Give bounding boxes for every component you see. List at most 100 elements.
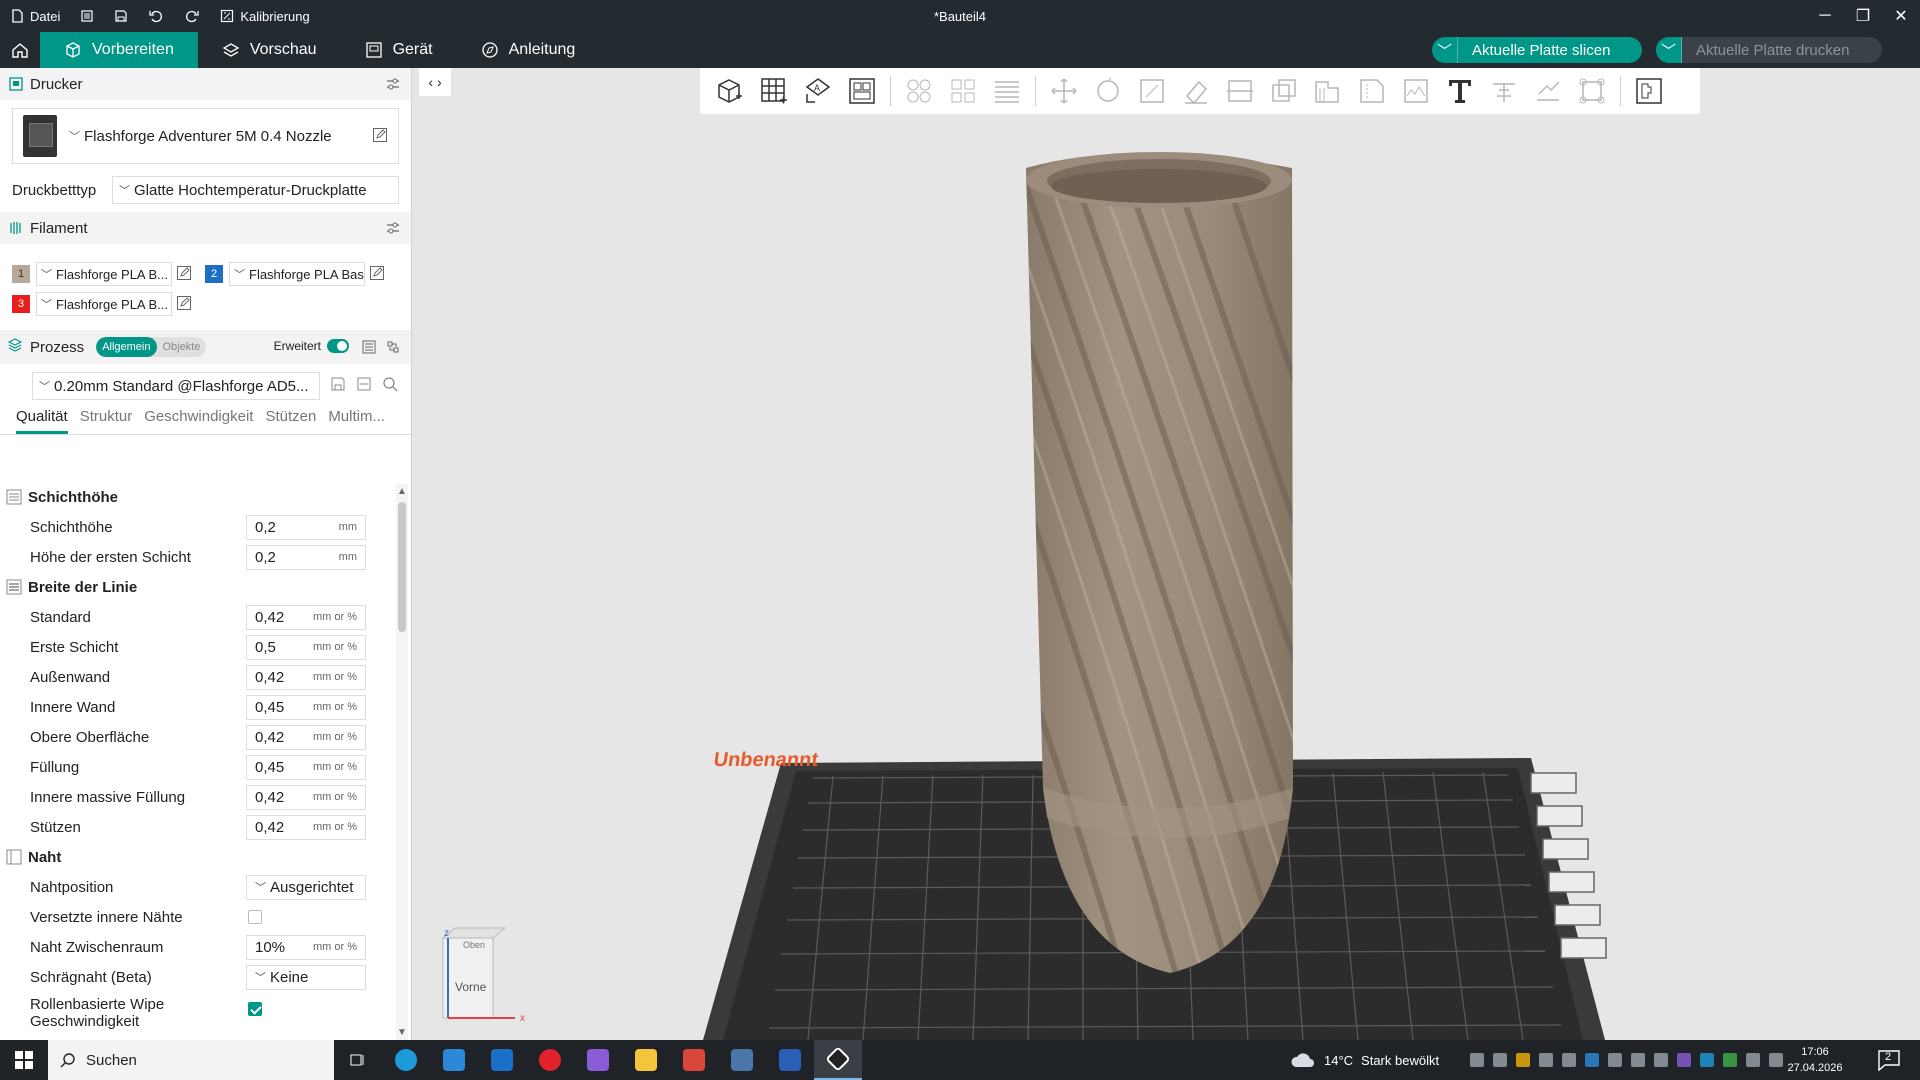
- redo-button[interactable]: [174, 0, 210, 32]
- tab-prepare[interactable]: Vorbereiten: [40, 32, 198, 68]
- scale-tool[interactable]: [1130, 71, 1174, 111]
- weather-widget[interactable]: 14°C Stark bewölkt: [1290, 1040, 1439, 1080]
- seam-paint-tool[interactable]: [1350, 71, 1394, 111]
- brim-ears-tool[interactable]: [1570, 71, 1614, 111]
- move-tool[interactable]: [1042, 71, 1086, 111]
- delete-plate-icon[interactable]: [1530, 772, 1577, 794]
- measure-tool[interactable]: [1482, 71, 1526, 111]
- split-objects-button[interactable]: [897, 71, 941, 111]
- calculator-app[interactable]: [718, 1040, 766, 1080]
- notification-button[interactable]: 2: [1876, 1048, 1902, 1072]
- support-paint-tool[interactable]: [1306, 71, 1350, 111]
- rotate-tool[interactable]: [1086, 71, 1130, 111]
- bed-type-select[interactable]: ﹀ Glatte Hochtemperatur-Druckplatte: [112, 176, 399, 204]
- undo-button[interactable]: [138, 0, 174, 32]
- chevron-down-icon[interactable]: ﹀: [1432, 37, 1458, 63]
- place-on-face-tool[interactable]: [1174, 71, 1218, 111]
- scroll-up-icon[interactable]: ▲: [396, 486, 408, 497]
- orient-plate-icon[interactable]: [1536, 805, 1583, 827]
- plugin-button[interactable]: [1627, 71, 1671, 111]
- default-width-input[interactable]: 0,42 mm or %: [246, 604, 366, 630]
- split-parts-button[interactable]: [941, 71, 985, 111]
- printer-selector[interactable]: ﹀ Flashforge Adventurer 5M 0.4 Nozzle: [12, 108, 399, 164]
- top-surface-width-input[interactable]: 0,42 mm or %: [246, 724, 366, 750]
- scrollbar-thumb[interactable]: [398, 502, 406, 632]
- filament-select[interactable]: ﹀ Flashforge PLA B...: [36, 262, 172, 286]
- arrange-plate-icon[interactable]: [1542, 838, 1589, 860]
- process-scope-toggle[interactable]: Allgemein Objekte: [96, 337, 207, 357]
- list-view-icon[interactable]: [361, 339, 377, 359]
- collapse-sidebar-button[interactable]: ‹ ›: [419, 68, 451, 96]
- tray-icon[interactable]: [1723, 1053, 1737, 1067]
- edit-filament-icon[interactable]: [369, 265, 385, 284]
- compare-icon[interactable]: [385, 339, 401, 359]
- close-button[interactable]: ✕: [1882, 0, 1920, 32]
- store-app[interactable]: [430, 1040, 478, 1080]
- seam-position-select[interactable]: ﹀ Ausgerichtet: [246, 874, 366, 900]
- tray-icon[interactable]: [1677, 1053, 1691, 1067]
- menu-button[interactable]: [70, 0, 104, 32]
- tray-icon[interactable]: [1608, 1053, 1622, 1067]
- slicer-app[interactable]: [814, 1040, 862, 1080]
- save-button[interactable]: [104, 0, 138, 32]
- cut-tool[interactable]: [1218, 71, 1262, 111]
- scarf-seam-select[interactable]: ﹀ Keine: [246, 964, 366, 990]
- text-tool[interactable]: [1438, 71, 1482, 111]
- paint-app[interactable]: [670, 1040, 718, 1080]
- tab-device[interactable]: Gerät: [341, 32, 457, 68]
- chevron-down-icon[interactable]: ﹀: [1656, 37, 1682, 63]
- clock[interactable]: 17:06 27.04.2026: [1780, 1044, 1850, 1076]
- view-cube[interactable]: Oben Vorne x z: [441, 927, 525, 1024]
- start-button[interactable]: [0, 1040, 48, 1080]
- tray-icon[interactable]: [1631, 1053, 1645, 1067]
- edit-filament-icon[interactable]: [176, 265, 192, 284]
- scene-canvas[interactable]: Unbenannt Oben Vorne x z: [413, 68, 1920, 1040]
- add-object-button[interactable]: [708, 71, 752, 111]
- edit-printer-icon[interactable]: [372, 127, 388, 147]
- filament-settings-icon[interactable]: [385, 220, 401, 240]
- taskbar-search[interactable]: Suchen: [48, 1040, 334, 1080]
- roller-wipe-checkbox[interactable]: [248, 1002, 262, 1016]
- tray-icon[interactable]: [1562, 1053, 1576, 1067]
- m365-app[interactable]: [574, 1040, 622, 1080]
- first-layer-height-input[interactable]: 0,2 mm: [246, 544, 366, 570]
- outlook-app[interactable]: [478, 1040, 526, 1080]
- first-layer-width-input[interactable]: 0,5 mm or %: [246, 634, 366, 660]
- scope-global-option[interactable]: Allgemein: [96, 337, 157, 357]
- lock-plate-icon[interactable]: [1548, 871, 1595, 893]
- tab-guide[interactable]: Anleitung: [457, 32, 600, 68]
- advanced-toggle[interactable]: Erweitert: [274, 339, 349, 353]
- solid-infill-width-input[interactable]: 0,42 mm or %: [246, 784, 366, 810]
- 3d-viewport[interactable]: Unbenannt Oben Vorne x z ‹ › A: [413, 68, 1920, 1040]
- boolean-tool[interactable]: [1262, 71, 1306, 111]
- filament-select[interactable]: ﹀ Flashforge PLA Basic: [229, 262, 365, 286]
- search-icon[interactable]: [382, 376, 398, 396]
- filament-slot-2[interactable]: 2 ﹀ Flashforge PLA Basic: [205, 262, 385, 286]
- arrange-button[interactable]: [840, 71, 884, 111]
- filament-select[interactable]: ﹀ Flashforge PLA B...: [36, 292, 172, 316]
- printer-settings-icon[interactable]: [385, 76, 401, 96]
- file-menu[interactable]: Datei: [0, 0, 70, 32]
- word-app[interactable]: [766, 1040, 814, 1080]
- settings-scrollbar[interactable]: ▲ ▼: [396, 484, 408, 1040]
- process-preset-select[interactable]: ﹀ 0.20mm Standard @Flashforge AD5...: [32, 372, 320, 400]
- edge-app[interactable]: [382, 1040, 430, 1080]
- save-preset-icon[interactable]: [330, 376, 346, 396]
- tray-icon[interactable]: [1516, 1053, 1530, 1067]
- move-plate-icon[interactable]: [1560, 937, 1607, 959]
- plate-settings-icon[interactable]: [1554, 904, 1601, 926]
- opera-app[interactable]: [526, 1040, 574, 1080]
- variable-layer-button[interactable]: [985, 71, 1029, 111]
- scroll-down-icon[interactable]: ▼: [396, 1027, 408, 1038]
- minimize-button[interactable]: ─: [1806, 0, 1844, 32]
- inner-wall-width-input[interactable]: 0,45 mm or %: [246, 694, 366, 720]
- add-plate-button[interactable]: [752, 71, 796, 111]
- auto-orient-button[interactable]: A: [796, 71, 840, 111]
- home-button[interactable]: [0, 32, 40, 68]
- outer-wall-width-input[interactable]: 0,42 mm or %: [246, 664, 366, 690]
- fuzzy-skin-tool[interactable]: [1394, 71, 1438, 111]
- filament-slot-1[interactable]: 1 ﹀ Flashforge PLA B...: [12, 262, 192, 286]
- seam-gap-input[interactable]: 10% mm or %: [246, 934, 366, 960]
- tab-preview[interactable]: Vorschau: [198, 32, 341, 68]
- layer-height-input[interactable]: 0,2 mm: [246, 514, 366, 540]
